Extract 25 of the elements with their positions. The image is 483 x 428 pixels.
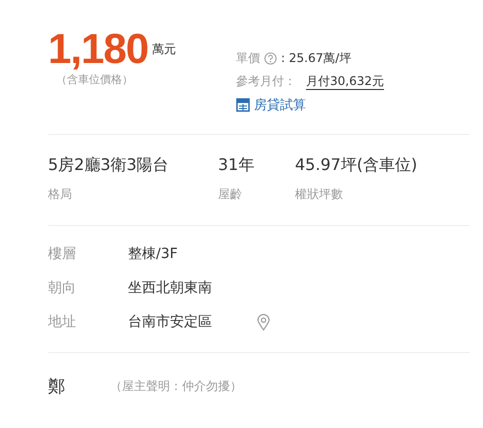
monthly-label: 參考月付： bbox=[236, 73, 296, 90]
stat-value: 31年 bbox=[218, 155, 256, 176]
stat-label: 格局 bbox=[48, 186, 73, 203]
owner-name: 鄭 bbox=[48, 376, 66, 398]
detail-value: 坐西北朝東南 bbox=[128, 279, 212, 297]
map-pin-icon[interactable] bbox=[257, 314, 270, 330]
stat-label: 權狀坪數 bbox=[295, 186, 344, 203]
detail-label: 地址 bbox=[48, 313, 77, 331]
price-amount: 1,180 bbox=[48, 28, 148, 70]
unit-price-label: 單價 bbox=[236, 50, 260, 67]
detail-value: 台南市安定區 bbox=[128, 313, 212, 331]
price-note: （含車位價格） bbox=[56, 72, 134, 87]
stat-label: 屋齡 bbox=[218, 186, 243, 203]
stat-value: 5房2廳3衛3陽台 bbox=[48, 155, 170, 176]
loan-calculator-link[interactable]: 房貸試算 bbox=[236, 96, 384, 114]
stat-value: 45.97坪(含車位) bbox=[295, 155, 418, 176]
owner-note: （屋主聲明：仲介勿擾） bbox=[110, 378, 242, 395]
detail-label: 樓層 bbox=[48, 245, 77, 263]
detail-label: 朝向 bbox=[48, 279, 77, 297]
monthly-payment-link[interactable]: 月付30,632元 bbox=[306, 74, 384, 90]
unit-price-value: : 25.67萬/坪 bbox=[281, 50, 352, 67]
detail-value: 整棟/3F bbox=[128, 245, 178, 263]
help-icon[interactable] bbox=[264, 52, 277, 65]
calculator-icon bbox=[236, 98, 250, 112]
price-unit: 萬元 bbox=[152, 41, 176, 58]
